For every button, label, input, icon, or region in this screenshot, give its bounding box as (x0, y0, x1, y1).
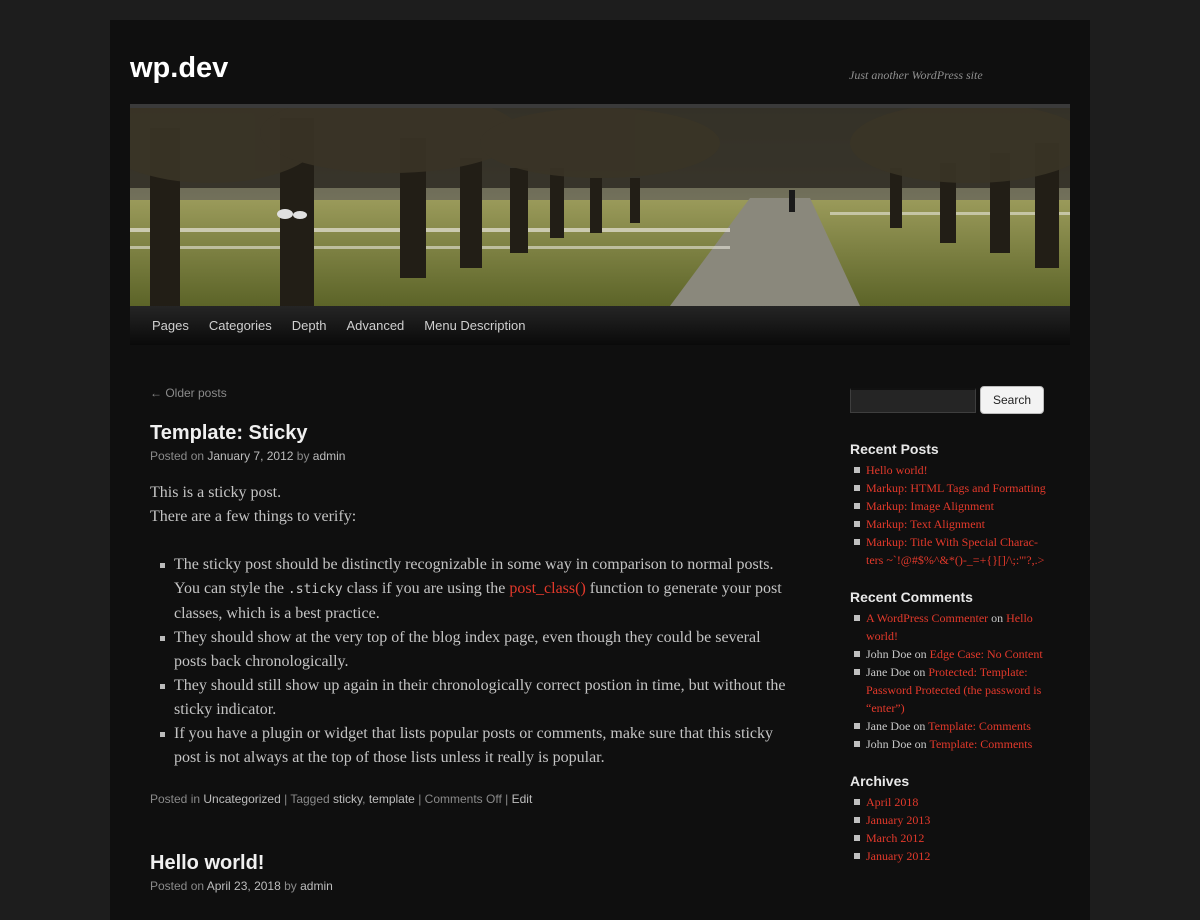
menu: Pages Categories Depth Advanced Menu Des… (130, 306, 1070, 345)
on-label: on (910, 665, 929, 679)
archive-link[interactable]: January 2012 (866, 849, 930, 863)
comment-author: John Doe (866, 737, 912, 751)
by-label: by (293, 449, 313, 463)
site-description: Just another WordPress site (849, 68, 983, 82)
on-label: on (911, 647, 930, 661)
comment-post-link[interactable]: Edge Case: No Con­tent (930, 647, 1043, 661)
older-posts-link[interactable]: ← Older posts (150, 386, 790, 400)
archive-link[interactable]: March 2012 (866, 831, 924, 845)
list-item: January 2013 (850, 811, 1050, 829)
list-item: Jane Doe on Template: Comments (850, 717, 1050, 735)
post-title[interactable]: Hello world! (150, 852, 790, 875)
menu-item-depth[interactable]: Depth (282, 318, 337, 333)
posted-on-label: Posted on (150, 449, 208, 463)
post-footer: Posted in Uncategorized | Tagged sticky,… (150, 792, 790, 806)
inline-code: .sticky (287, 582, 343, 597)
post-meta: Posted on April 23, 2018 by admin (150, 879, 790, 893)
sidebar: Search Recent Posts Hello world! Markup:… (850, 386, 1050, 865)
archive-link[interactable]: January 2013 (866, 813, 930, 827)
list-item: If you have a plugin or widget that list… (150, 722, 790, 770)
search-button[interactable]: Search (980, 386, 1045, 414)
comment-author: John Doe (866, 647, 912, 661)
header-landscape-image (130, 108, 1070, 306)
comment-author: Jane Doe (866, 719, 911, 733)
post-paragraph: This is a sticky post. (150, 484, 282, 501)
list-item: John Doe on Template: Comments (850, 735, 1050, 753)
search-form: Search (850, 386, 1050, 414)
list-item: January 2012 (850, 847, 1050, 865)
post-bullet-list: The sticky post should be distinctly rec… (150, 553, 790, 770)
header-image[interactable] (130, 104, 1070, 306)
menu-item-advanced[interactable]: Advanced (336, 318, 414, 333)
list-item: They should still show up again in their… (150, 674, 790, 722)
widget-title: Archives (850, 773, 910, 789)
comment-post-link[interactable]: Template: Comments (928, 719, 1031, 733)
on-label: on (988, 611, 1007, 625)
post-class-link[interactable]: post_class() (509, 580, 585, 597)
page-wrapper: wp.dev Just another WordPress site Pages… (110, 20, 1090, 920)
list-item: Markup: Image Alignment (850, 497, 1050, 515)
post-date-link[interactable]: April 23, 2018 (207, 879, 281, 893)
list-item: April 2018 (850, 793, 1050, 811)
menu-item-categories[interactable]: Categories (199, 318, 282, 333)
list-item: Markup: Text Alignment (850, 515, 1050, 533)
archive-link[interactable]: April 2018 (866, 795, 918, 809)
comment-author-link[interactable]: A WordPress Commenter (866, 611, 988, 625)
widget-title: Recent Posts (850, 441, 939, 457)
recent-post-link[interactable]: Markup: Title With Special Charac­ters ~… (866, 535, 1044, 567)
tag-separator: , (362, 792, 369, 806)
recent-post-link[interactable]: Markup: HTML Tags and Format­ting (866, 481, 1046, 495)
content-area: ← Older posts Template: Sticky Posted on… (150, 386, 790, 893)
list-item-text: class if you are using the (342, 580, 510, 597)
recent-comments-widget: Recent Comments A WordPress Commenter on… (850, 589, 1050, 753)
tagged-label: | Tagged (280, 792, 334, 806)
recent-post-link[interactable]: Markup: Image Alignment (866, 499, 994, 513)
category-link[interactable]: Uncategorized (203, 792, 280, 806)
posted-on-label: Posted on (150, 879, 207, 893)
widget-title: Recent Comments (850, 589, 973, 605)
comment-author: Jane Doe (866, 665, 911, 679)
posted-in-label: Posted in (150, 792, 204, 806)
list-item: Markup: Title With Special Charac­ters ~… (850, 533, 1050, 569)
post-meta: Posted on January 7, 2012 by admin (150, 449, 790, 463)
post-title[interactable]: Template: Sticky (150, 422, 790, 445)
list-item: A WordPress Commenter on Hello world! (850, 609, 1050, 645)
list-item: The sticky post should be distinctly rec… (150, 553, 790, 626)
main-navigation: Pages Categories Depth Advanced Menu Des… (130, 306, 1070, 345)
list-item: March 2012 (850, 829, 1050, 847)
on-label: on (911, 737, 930, 751)
comment-post-link[interactable]: Template: Comments (929, 737, 1032, 751)
recent-posts-widget: Recent Posts Hello world! Markup: HTML T… (850, 441, 1050, 569)
list-item: Jane Doe on Protected: Template: Passwor… (850, 663, 1050, 717)
post-content: This is a sticky post. There are a few t… (150, 481, 790, 770)
recent-post-link[interactable]: Markup: Text Alignment (866, 517, 985, 531)
tag-link-sticky[interactable]: sticky (333, 792, 362, 806)
tag-link-template[interactable]: template (369, 792, 415, 806)
separator: | (414, 792, 425, 806)
post-date-link[interactable]: January 7, 2012 (207, 449, 293, 463)
edit-link[interactable]: Edit (512, 792, 533, 806)
on-label: on (910, 719, 929, 733)
site-title[interactable]: wp.dev (130, 52, 228, 85)
search-input[interactable] (850, 387, 976, 413)
separator: | (501, 792, 512, 806)
list-item: John Doe on Edge Case: No Con­tent (850, 645, 1050, 663)
archives-widget: Archives April 2018 January 2013 March 2… (850, 773, 1050, 865)
list-item: Markup: HTML Tags and Format­ting (850, 479, 1050, 497)
by-label: by (280, 879, 301, 893)
list-item: They should show at the very top of the … (150, 626, 790, 674)
menu-item-menu-description[interactable]: Menu Description (414, 318, 535, 333)
post-author-link[interactable]: admin (313, 449, 346, 463)
post-author-link[interactable]: admin (300, 879, 333, 893)
recent-post-link[interactable]: Hello world! (866, 463, 928, 477)
comments-off-label: Comments Off (424, 792, 502, 806)
post-paragraph: There are a few things to verify: (150, 508, 357, 525)
menu-item-pages[interactable]: Pages (142, 318, 199, 333)
list-item: Hello world! (850, 461, 1050, 479)
